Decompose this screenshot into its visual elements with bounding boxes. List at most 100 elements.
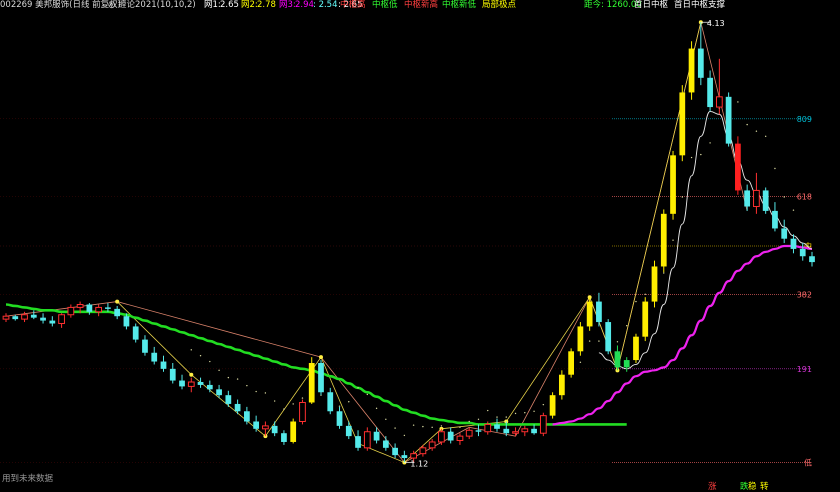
trail-dot xyxy=(774,167,776,170)
trail-dot xyxy=(459,426,461,429)
w2-label: 网2: xyxy=(241,0,258,10)
candle-body xyxy=(197,382,204,385)
candle-body xyxy=(744,190,751,207)
candlestick-chart[interactable]: 809618中382191低 4.131.12 涨跌稳转 xyxy=(0,0,840,492)
candle-body xyxy=(373,431,380,441)
trail-dot xyxy=(496,416,498,418)
candle-body xyxy=(799,248,806,257)
trail-dot xyxy=(746,123,748,126)
price-level-label: 618 xyxy=(797,192,812,201)
candle-body xyxy=(132,326,139,340)
candle-body xyxy=(345,425,352,437)
trail-dot xyxy=(431,426,433,429)
trail-dot xyxy=(273,400,276,402)
candle-body xyxy=(781,228,788,239)
trail-dot xyxy=(764,135,767,138)
candle-body xyxy=(614,351,621,368)
candle-body xyxy=(651,266,658,302)
candle-body xyxy=(809,256,815,263)
candle-body xyxy=(428,441,436,449)
trail-dot xyxy=(477,418,480,421)
candle-body xyxy=(281,433,287,442)
trail-dot xyxy=(690,156,693,159)
candle-body xyxy=(438,431,445,443)
candle-body xyxy=(206,384,213,390)
candle-body xyxy=(558,374,565,396)
price-level-label: 低 xyxy=(804,457,812,467)
trail-dot xyxy=(301,397,304,399)
legend-zhongshu-low: 中枢低 xyxy=(372,0,398,10)
candle-body xyxy=(568,351,574,375)
candle-body xyxy=(105,307,111,309)
trail-dot xyxy=(505,416,507,418)
trail-dot xyxy=(283,408,285,410)
trail-dot xyxy=(616,341,619,343)
trail-dot xyxy=(227,376,230,379)
candle-body xyxy=(753,189,760,208)
candle-body xyxy=(494,424,500,429)
w3-extra: : 2.54 xyxy=(313,0,338,10)
candle-body xyxy=(577,326,584,352)
candle-body xyxy=(40,317,46,321)
trail-dot xyxy=(792,209,795,211)
candle-body xyxy=(49,320,56,324)
trail-dot xyxy=(385,418,387,421)
zigzag-point xyxy=(189,372,194,377)
candles xyxy=(2,22,815,463)
candle-body xyxy=(382,440,389,448)
candle-body xyxy=(447,431,454,441)
candle-body xyxy=(187,381,195,387)
value-marks: 4.13 1.12 xyxy=(404,19,725,468)
candle-body xyxy=(253,421,260,429)
trail-dot xyxy=(579,361,582,363)
trail-dot xyxy=(700,153,702,156)
candle-body xyxy=(512,431,519,434)
candle-body xyxy=(234,403,241,412)
zigzag-point xyxy=(318,355,323,360)
candle-body xyxy=(623,360,630,368)
zigzag-point xyxy=(115,299,120,304)
candle-body xyxy=(318,363,324,393)
trail-dot xyxy=(255,390,257,393)
w3-label: 网3: xyxy=(279,0,296,10)
candle-body xyxy=(790,238,797,249)
bottom-signal-label: 稳 xyxy=(748,481,757,492)
candle-body xyxy=(725,96,732,144)
candle-body xyxy=(456,435,464,442)
trail-dot xyxy=(338,405,341,407)
indicator-icon: ◎ xyxy=(108,0,116,10)
trail-dot xyxy=(514,412,517,415)
candle-body xyxy=(327,392,334,412)
trail-dot xyxy=(190,349,192,351)
candle-body xyxy=(262,425,269,430)
ma-magenta-line xyxy=(552,244,813,426)
price-level-label: 809 xyxy=(797,115,812,124)
trail-dot xyxy=(487,409,489,412)
trail-dot xyxy=(542,403,545,406)
trail-dot xyxy=(348,401,350,403)
candle-body xyxy=(410,453,418,459)
candle-body xyxy=(308,363,315,403)
candle-body xyxy=(2,315,10,320)
candle-body xyxy=(503,428,510,434)
legend-zhongshu-new-high: 中枢新高 xyxy=(404,0,439,10)
candle-body xyxy=(697,48,704,78)
value-mark-label: 4.13 xyxy=(707,19,725,28)
trail-dot xyxy=(524,412,526,414)
candle-body xyxy=(772,210,778,229)
trail-dot xyxy=(357,387,359,389)
candle-body xyxy=(336,411,343,426)
candle-body xyxy=(531,428,537,434)
trail-dot xyxy=(422,425,424,428)
candle-body xyxy=(735,143,741,191)
indicator-name: 缠论2021(10,10,2) xyxy=(118,0,196,10)
candle-body xyxy=(169,368,176,381)
trail-dot xyxy=(755,130,758,132)
trail-dot xyxy=(394,427,396,429)
moving-average-lines xyxy=(5,99,813,437)
candle-body xyxy=(21,314,28,320)
trail-dot xyxy=(292,403,294,405)
legend-zhongshu-high: 中枢高 xyxy=(340,0,366,10)
trail-dot xyxy=(246,384,248,387)
ma-white-line xyxy=(598,110,813,370)
